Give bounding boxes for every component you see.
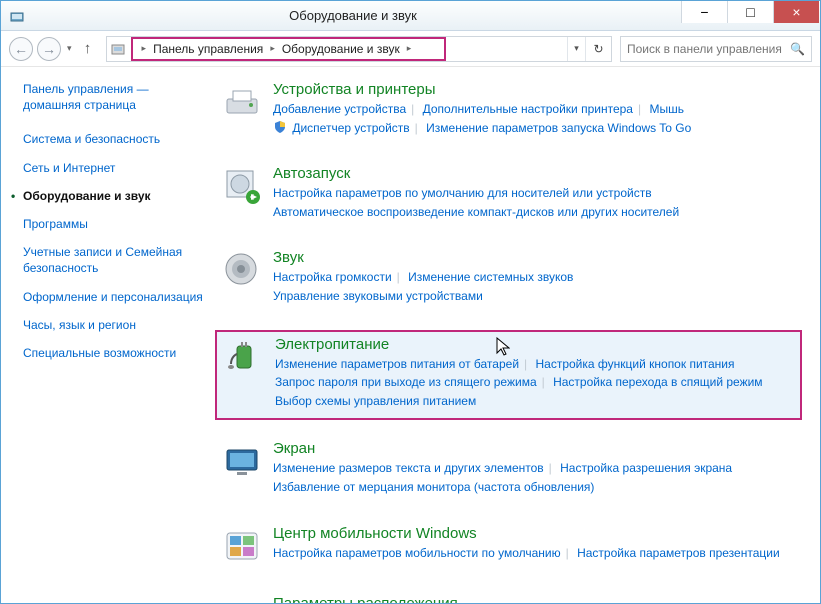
sidebar-item-clock[interactable]: Часы, язык и регион xyxy=(23,317,203,333)
link-volume[interactable]: Настройка громкости xyxy=(273,270,392,284)
sidebar-item-programs[interactable]: Программы xyxy=(23,216,203,232)
link-mouse[interactable]: Мышь xyxy=(649,102,684,116)
forward-button[interactable]: → xyxy=(37,37,61,61)
autoplay-icon xyxy=(221,165,263,207)
address-icon xyxy=(107,41,131,57)
category-devices-printers: Устройства и принтеры Добавление устройс… xyxy=(215,77,802,145)
speaker-icon xyxy=(221,249,263,291)
category-title[interactable]: Автозапуск xyxy=(273,165,796,182)
category-title[interactable]: Устройства и принтеры xyxy=(273,81,796,98)
window-title: Оборудование и звук xyxy=(25,8,681,23)
link-device-manager[interactable]: Диспетчер устройств xyxy=(292,121,409,135)
search-box[interactable]: 🔍 xyxy=(620,36,812,62)
link-audio-devices[interactable]: Управление звуковыми устройствами xyxy=(273,289,483,303)
category-location: Параметры расположения Изменение парамет… xyxy=(215,591,802,603)
breadcrumbs: ▸ Панель управления ▸ Оборудование и зву… xyxy=(131,37,447,61)
category-title[interactable]: Параметры расположения xyxy=(273,595,796,603)
link-mobility-default[interactable]: Настройка параметров мобильности по умол… xyxy=(273,546,561,560)
main-panel: Устройства и принтеры Добавление устройс… xyxy=(211,67,820,603)
navbar: ← → ▾ ↑ ▸ Панель управления ▸ Оборудован… xyxy=(1,31,820,67)
sidebar-item-hardware[interactable]: Оборудование и звук xyxy=(23,188,203,204)
printer-icon xyxy=(221,81,263,123)
link-presentation[interactable]: Настройка параметров презентации xyxy=(577,546,780,560)
address-bar[interactable]: ▸ Панель управления ▸ Оборудование и зву… xyxy=(106,36,612,62)
link-windows-to-go[interactable]: Изменение параметров запуска Windows To … xyxy=(426,121,691,135)
address-dropdown-button[interactable]: ▾ xyxy=(567,37,585,61)
category-display: Экран Изменение размеров текста и других… xyxy=(215,436,802,504)
link-refresh-rate[interactable]: Избавление от мерцания монитора (частота… xyxy=(273,480,594,494)
search-icon[interactable]: 🔍 xyxy=(790,42,805,56)
display-icon xyxy=(221,440,263,482)
category-sound: Звук Настройка громкости| Изменение сист… xyxy=(215,245,802,313)
chevron-right-icon[interactable]: ▸ xyxy=(267,43,278,54)
power-icon xyxy=(223,336,265,378)
link-add-device[interactable]: Добавление устройства xyxy=(273,102,406,116)
link-power-plan[interactable]: Выбор схемы управления питанием xyxy=(275,394,476,408)
chevron-right-icon[interactable]: ▸ xyxy=(139,43,150,54)
sidebar-item-appearance[interactable]: Оформление и персонализация xyxy=(23,289,203,305)
category-title[interactable]: Звук xyxy=(273,249,796,266)
link-battery-settings[interactable]: Изменение параметров питания от батарей xyxy=(275,357,519,371)
sidebar-item-network[interactable]: Сеть и Интернет xyxy=(23,160,203,176)
category-title[interactable]: Электропитание xyxy=(275,336,794,353)
titlebar: Оборудование и звук − □ × xyxy=(1,1,820,31)
search-input[interactable] xyxy=(627,42,790,56)
up-button[interactable]: ↑ xyxy=(78,39,98,59)
link-resolution[interactable]: Настройка разрешения экрана xyxy=(560,461,732,475)
category-title[interactable]: Экран xyxy=(273,440,796,457)
chevron-right-icon[interactable]: ▸ xyxy=(404,43,415,54)
minimize-button[interactable]: − xyxy=(681,1,727,23)
sidebar-item-system[interactable]: Система и безопасность xyxy=(23,131,203,147)
link-system-sounds[interactable]: Изменение системных звуков xyxy=(408,270,573,284)
sidebar-item-accounts[interactable]: Учетные записи и Семейная безопасность xyxy=(23,244,203,276)
cp-icon xyxy=(9,8,25,24)
sidebar: Панель управления — домашняя страница Си… xyxy=(1,67,211,603)
close-button[interactable]: × xyxy=(773,1,819,23)
category-power: Электропитание Изменение параметров пита… xyxy=(215,330,802,421)
category-title[interactable]: Центр мобильности Windows xyxy=(273,525,796,542)
shield-icon xyxy=(273,120,287,134)
mobility-icon xyxy=(221,525,263,567)
category-mobility: Центр мобильности Windows Настройка пара… xyxy=(215,521,802,575)
link-default-media[interactable]: Настройка параметров по умолчанию для но… xyxy=(273,186,652,200)
link-power-buttons[interactable]: Настройка функций кнопок питания xyxy=(536,357,735,371)
sidebar-item-ease[interactable]: Специальные возможности xyxy=(23,345,203,361)
location-icon xyxy=(221,595,263,603)
refresh-button[interactable]: ↻ xyxy=(585,37,611,61)
link-printer-settings[interactable]: Дополнительные настройки принтера xyxy=(423,102,633,116)
link-sleep-settings[interactable]: Настройка перехода в спящий режим xyxy=(553,375,762,389)
crumb-control-panel[interactable]: Панель управления xyxy=(149,42,267,56)
link-cd-autoplay[interactable]: Автоматическое воспроизведение компакт-д… xyxy=(273,205,679,219)
maximize-button[interactable]: □ xyxy=(727,1,773,23)
link-text-size[interactable]: Изменение размеров текста и других элеме… xyxy=(273,461,544,475)
sidebar-home[interactable]: Панель управления — домашняя страница xyxy=(23,81,203,113)
recent-locations-button[interactable]: ▾ xyxy=(65,43,74,54)
crumb-hardware-sound[interactable]: Оборудование и звук xyxy=(278,42,404,56)
link-wake-password[interactable]: Запрос пароля при выходе из спящего режи… xyxy=(275,375,537,389)
back-button[interactable]: ← xyxy=(9,37,33,61)
category-autoplay: Автозапуск Настройка параметров по умолч… xyxy=(215,161,802,229)
